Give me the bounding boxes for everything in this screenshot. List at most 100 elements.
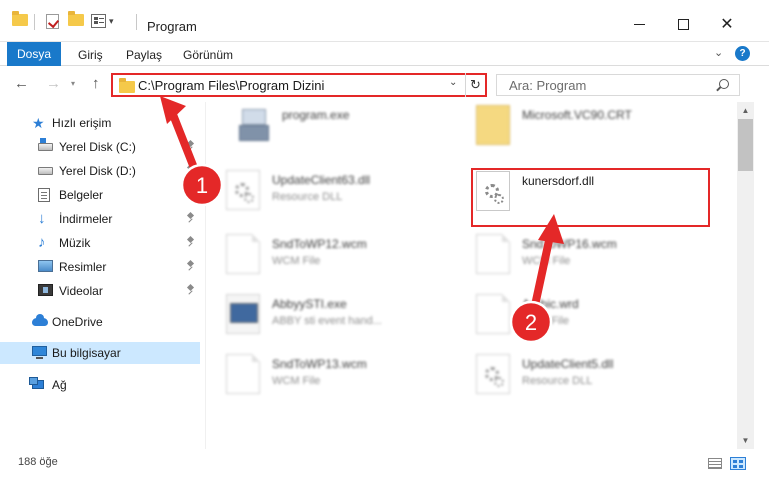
search-placeholder: Ara: Program: [509, 78, 587, 93]
item-count: 188 öğe: [18, 456, 58, 468]
recent-locations-chevron-icon[interactable]: ▾: [71, 79, 75, 88]
refresh-icon[interactable]: ↻: [465, 73, 485, 97]
details-view-icon[interactable]: [708, 458, 722, 469]
file-item-arabic-wrd[interactable]: Arabic.wrd WRD File: [456, 288, 696, 340]
up-arrow-icon[interactable]: ↑: [92, 75, 100, 92]
pin-icon[interactable]: [186, 213, 194, 224]
sidebar-item-onedrive[interactable]: OneDrive: [0, 311, 200, 333]
address-bar[interactable]: C:\Program Files\Program Dizini ⌄ ↻: [111, 73, 487, 97]
maximize-button[interactable]: [661, 10, 705, 38]
pin-icon[interactable]: [186, 189, 194, 200]
file-type: WCM File: [272, 375, 321, 387]
quick-access-properties-check-icon[interactable]: [46, 14, 59, 29]
sidebar-item-label: İndirmeler: [59, 212, 113, 226]
documents-icon: [38, 188, 50, 202]
maximize-icon: [677, 18, 689, 30]
back-arrow-icon[interactable]: ←: [14, 75, 29, 92]
star-icon: ★: [32, 115, 45, 131]
scroll-down-arrow-icon[interactable]: ▼: [737, 432, 754, 449]
search-icon[interactable]: [719, 79, 729, 89]
title-separator: [136, 14, 137, 30]
sidebar-item-label: Belgeler: [59, 188, 104, 202]
dll-gear-icon: [476, 354, 510, 394]
file-name: SndToWP13.wcm: [272, 357, 367, 371]
pin-icon[interactable]: [186, 261, 194, 272]
file-name: SndToWP16.wcm: [522, 237, 617, 251]
tab-share[interactable]: Paylaş: [126, 48, 162, 62]
pin-icon[interactable]: [186, 141, 194, 152]
window-bottom-edge: [0, 477, 769, 485]
scroll-thumb[interactable]: [738, 119, 753, 171]
file-item-program-exe[interactable]: program.exe: [216, 102, 456, 151]
minimize-icon: [633, 23, 645, 25]
folder-icon: [476, 105, 510, 145]
forward-arrow-icon[interactable]: →: [46, 75, 61, 92]
address-path[interactable]: C:\Program Files\Program Dizini: [138, 78, 324, 93]
quick-access-properties-icon[interactable]: ▾: [91, 14, 114, 28]
document-icon: [476, 294, 510, 334]
tab-file[interactable]: Dosya: [7, 42, 61, 66]
music-icon: ♪: [38, 234, 46, 251]
quick-access-new-folder-icon[interactable]: [68, 11, 84, 26]
file-item-updateclient63-dll[interactable]: UpdateClient63.dll Resource DLL: [206, 164, 446, 216]
help-button[interactable]: ?: [735, 46, 750, 61]
file-name: SndToWP12.wcm: [272, 237, 367, 251]
file-list: program.exe Microsoft.VC90.CRT UpdateCli…: [206, 102, 736, 449]
file-item-microsoft-vc90-crt[interactable]: Microsoft.VC90.CRT: [456, 102, 696, 151]
file-item-abbyysti-exe[interactable]: AbbyySTI.exe ABBY sti event hand...: [206, 288, 446, 340]
sidebar-item-label: Yerel Disk (D:): [59, 164, 136, 178]
file-item-sndtowp12-wcm[interactable]: SndToWP12.wcm WCM File: [206, 228, 446, 280]
address-dropdown-icon[interactable]: ⌄: [449, 77, 457, 88]
sidebar-item-downloads[interactable]: ↓ İndirmeler: [0, 208, 200, 230]
navigation-bar: ← → ▾ ↑ C:\Program Files\Program Dizini …: [0, 66, 769, 102]
tab-home[interactable]: Giriş: [78, 48, 103, 62]
computer-icon: [32, 346, 47, 359]
file-type: WCM File: [522, 255, 571, 267]
search-input[interactable]: Ara: Program: [496, 74, 740, 96]
sidebar-item-label: Videolar: [59, 284, 103, 298]
large-icons-view-icon[interactable]: [730, 457, 746, 470]
sidebar-item-pictures[interactable]: Resimler: [0, 256, 200, 278]
file-item-sndtowp13-wcm[interactable]: SndToWP13.wcm WCM File: [206, 348, 446, 400]
sidebar-item-network[interactable]: Ağ: [0, 374, 200, 396]
network-icon: [29, 377, 44, 389]
file-item-sndtowp16-wcm[interactable]: SndToWP16.wcm WCM File: [456, 228, 696, 280]
pin-icon[interactable]: [186, 165, 194, 176]
videos-icon: [38, 284, 53, 296]
sidebar-item-videos[interactable]: Videolar: [0, 280, 200, 302]
sidebar-item-local-disk-c[interactable]: Yerel Disk (C:): [0, 136, 200, 158]
sidebar-item-music[interactable]: ♪ Müzik: [0, 232, 200, 254]
minimize-button[interactable]: [617, 10, 661, 38]
close-button[interactable]: ✕: [705, 10, 749, 38]
pin-icon[interactable]: [186, 285, 194, 296]
file-name: program.exe: [282, 108, 350, 122]
ribbon-expand-chevron-icon[interactable]: ⌄: [714, 46, 723, 59]
file-name: AbbyySTI.exe: [272, 297, 347, 311]
sidebar-item-label: Müzik: [59, 236, 91, 250]
sidebar-item-label: Bu bilgisayar: [52, 346, 121, 360]
ribbon-tabs: Dosya Giriş Paylaş Görünüm ⌄ ?: [0, 42, 769, 66]
file-type: Resource DLL: [272, 191, 343, 203]
file-type: Resource DLL: [522, 375, 593, 387]
sidebar-item-label: OneDrive: [52, 315, 103, 329]
sidebar-item-quick-access[interactable]: ★ Hızlı erişim: [0, 112, 200, 134]
dll-gear-icon: [226, 170, 260, 210]
file-type: WCM File: [272, 255, 321, 267]
file-item-updateclient5-dll[interactable]: UpdateClient5.dll Resource DLL: [456, 348, 696, 400]
vertical-scrollbar[interactable]: ▲ ▼: [737, 102, 754, 449]
document-icon: [226, 234, 260, 274]
tab-view[interactable]: Görünüm: [183, 48, 233, 62]
program-icon: [236, 105, 270, 145]
sidebar-item-documents[interactable]: Belgeler: [0, 184, 200, 206]
file-name: Microsoft.VC90.CRT: [522, 108, 632, 122]
pin-icon[interactable]: [186, 237, 194, 248]
sidebar-item-this-pc[interactable]: Bu bilgisayar: [0, 342, 200, 364]
customize-toolbar-caret[interactable]: ▾: [109, 16, 114, 27]
sidebar-item-local-disk-d[interactable]: Yerel Disk (D:): [0, 160, 200, 182]
scroll-up-arrow-icon[interactable]: ▲: [737, 102, 754, 119]
quick-access-folder-icon[interactable]: [12, 11, 28, 26]
sidebar-item-label: Hızlı erişim: [52, 116, 112, 130]
highlight-box-target-file: [471, 168, 710, 227]
status-bar: 188 öğe: [0, 449, 769, 477]
sidebar-item-label: Resimler: [59, 260, 107, 274]
